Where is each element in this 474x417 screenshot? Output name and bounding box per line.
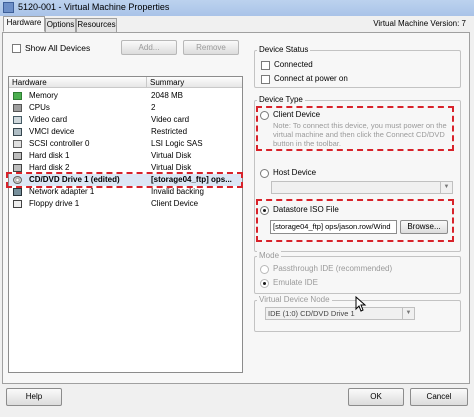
column-header-hardware[interactable]: Hardware [9,77,147,88]
chevron-down-icon: ▼ [440,182,452,193]
row-summary: LSI Logic SAS [151,139,203,148]
host-device-label: Host Device [273,168,317,177]
window-title: 5120-001 - Virtual Machine Properties [18,2,170,12]
cpu-icon [13,104,22,112]
chevron-down-icon: ▼ [402,308,414,319]
passthrough-ide-radio[interactable] [260,265,269,274]
client-device-highlight [256,106,454,151]
vmci-icon [13,128,22,136]
cancel-button[interactable]: Cancel [410,388,468,406]
connect-at-power-on-checkbox[interactable] [261,75,270,84]
connected-label: Connected [274,60,313,69]
passthrough-ide-label: Passthrough IDE (recommended) [273,264,393,273]
row-summary: Client Device [151,199,199,208]
row-summary: Video card [151,115,190,124]
add-button[interactable]: Add... [121,40,177,55]
window-body: Hardware Options Resources Virtual Machi… [0,16,474,417]
remove-button[interactable]: Remove [183,40,239,55]
emulate-ide-label: Emulate IDE [273,278,318,287]
row-hardware-name: Memory [29,91,58,100]
ok-button[interactable]: OK [348,388,404,406]
memory-icon [13,92,22,100]
vm-version-label: Virtual Machine Version: 7 [373,19,466,28]
tab-resources[interactable]: Resources [76,18,117,32]
hard-disk-icon [13,152,22,160]
emulate-ide-radio[interactable] [260,279,269,288]
row-summary: Restricted [151,127,188,136]
row-hardware-name: Video card [29,115,68,124]
connected-checkbox[interactable] [261,61,270,70]
host-device-radio[interactable] [260,169,269,178]
row-hardware-name: CPUs [29,103,50,112]
connect-at-power-on-label: Connect at power on [274,74,348,83]
virtual-device-node-value: IDE (1:0) CD/DVD Drive 1 [268,309,355,318]
title-bar: 5120-001 - Virtual Machine Properties [0,0,474,17]
table-row[interactable]: VMCI device Restricted [9,126,242,138]
row-hardware-name: Floppy drive 1 [29,199,80,208]
hardware-panel: Show All Devices Add... Remove Hardware … [2,32,470,384]
device-type-label: Device Type [257,95,305,104]
show-all-devices-checkbox[interactable] [12,44,21,53]
show-all-devices-label: Show All Devices [25,43,91,53]
host-device-dropdown[interactable]: ▼ [271,181,453,194]
hard-disk-icon [13,164,22,172]
table-row[interactable]: Hard disk 1 Virtual Disk [9,150,242,162]
table-row[interactable]: Video card Video card [9,114,242,126]
hardware-table: Hardware Summary Memory 2048 MB CPUs 2 V… [8,76,243,373]
column-header-summary[interactable]: Summary [147,77,242,88]
virtual-device-node-label: Virtual Device Node [257,295,332,304]
selected-row-highlight [6,172,243,188]
table-row[interactable]: CPUs 2 [9,102,242,114]
row-hardware-name: Hard disk 1 [29,151,70,160]
floppy-icon [13,200,22,208]
device-status-label: Device Status [257,45,311,54]
virtual-device-node-dropdown[interactable]: IDE (1:0) CD/DVD Drive 1 ▼ [265,307,415,320]
table-row[interactable]: Floppy drive 1 Client Device [9,198,242,210]
scsi-controller-icon [13,140,22,148]
table-row[interactable]: Memory 2048 MB [9,90,242,102]
help-button[interactable]: Help [6,388,62,406]
row-summary: 2048 MB [151,91,184,100]
tab-hardware[interactable]: Hardware [3,16,45,32]
mode-group [254,256,461,294]
table-row[interactable]: SCSI controller 0 LSI Logic SAS [9,138,242,150]
mode-label: Mode [257,251,282,260]
vm-app-icon [3,2,14,13]
row-summary: 2 [151,103,156,112]
row-summary: Virtual Disk [151,151,192,160]
video-card-icon [13,116,22,124]
row-hardware-name: SCSI controller 0 [29,139,90,148]
mouse-cursor-icon [355,296,367,312]
row-hardware-name: VMCI device [29,127,75,136]
network-adapter-icon [13,188,22,196]
datastore-iso-highlight [256,199,454,242]
tab-options[interactable]: Options [45,18,76,32]
